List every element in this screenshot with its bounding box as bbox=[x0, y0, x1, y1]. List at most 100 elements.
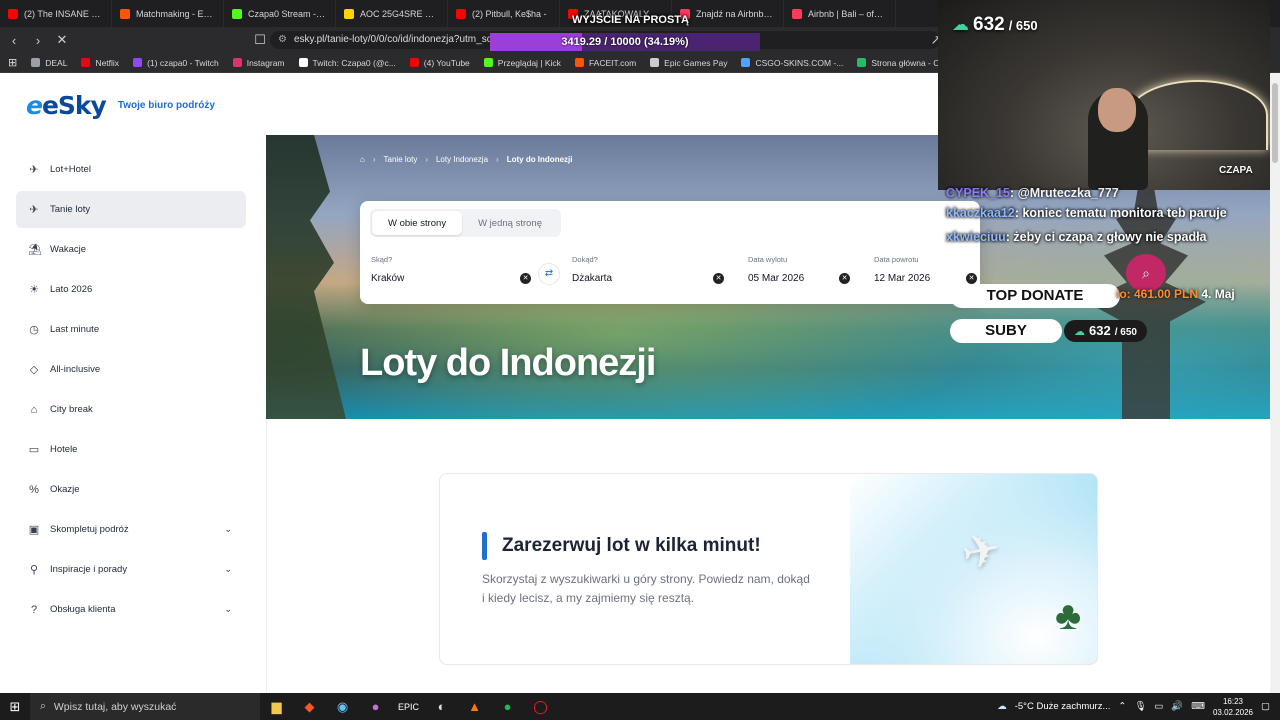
departure-date-field[interactable]: Data wylotu 05 Mar 2026 ✕ bbox=[748, 253, 858, 291]
clear-return-icon[interactable]: ✕ bbox=[966, 273, 977, 284]
keyboard-icon[interactable]: ⌨ bbox=[1191, 701, 1205, 712]
logo-wordmark: eSky bbox=[41, 91, 107, 120]
microphone-icon[interactable]: 🎙 bbox=[1134, 701, 1146, 712]
clock[interactable]: 16:23 03.02.2026 bbox=[1213, 696, 1253, 718]
sidebar-nav: ✈ Lot+Hotel ✈ Tanie loty ⛱ Wakacje ☀ Lato 2026 ◷… bbox=[16, 151, 246, 631]
sidebar-item[interactable]: ▭ Hotele bbox=[16, 431, 246, 468]
browser-tab[interactable]: Airbnb | Bali – oferty w bbox=[784, 0, 896, 27]
sidebar-item[interactable]: ◷ Last minute bbox=[16, 311, 246, 348]
bookmark-item[interactable]: Twitch: Czapa0 (@c... bbox=[298, 57, 396, 68]
app-icon[interactable]: ▲ bbox=[458, 693, 491, 720]
swap-icon[interactable]: ⇄ bbox=[538, 263, 560, 285]
sidebar-item[interactable]: % Okazje bbox=[16, 471, 246, 508]
suby-goal: / 650 bbox=[1114, 327, 1137, 338]
browser-tab[interactable]: Matchmaking - Europe bbox=[112, 0, 224, 27]
sidebar-item[interactable]: ◇ All-inclusive bbox=[16, 351, 246, 388]
round-trip-option[interactable]: W obie strony bbox=[372, 211, 463, 235]
windows-start-icon[interactable]: ⊞ bbox=[0, 693, 30, 720]
esky-logo[interactable]: eeSky Twoje biuro podróży bbox=[26, 91, 215, 120]
streamer-head bbox=[1098, 88, 1136, 132]
bookmark-label: Przeglądaj | Kick bbox=[497, 57, 561, 68]
sidebar-item[interactable]: ✈ Lot+Hotel bbox=[16, 151, 246, 188]
notifications-icon[interactable]: ▢ bbox=[1261, 701, 1270, 712]
tray-expand-icon[interactable]: ⌃ bbox=[1118, 701, 1126, 712]
clear-destination-icon[interactable]: ✕ bbox=[713, 273, 724, 284]
epic-games-icon[interactable]: EPIC bbox=[392, 693, 425, 720]
back-icon[interactable]: ‹ bbox=[4, 30, 24, 50]
palm-tree-icon: ♣ bbox=[1055, 594, 1082, 638]
brave-browser-icon[interactable]: ◆ bbox=[293, 693, 326, 720]
bookmark-item[interactable]: (1) czapa0 - Twitch bbox=[133, 58, 219, 68]
sidebar-item[interactable]: ⛱ Wakacje bbox=[16, 231, 246, 268]
sidebar-item[interactable]: ⚲ Inspiracje i porady ⌄ bbox=[16, 551, 246, 588]
bookmark-item[interactable]: (4) YouTube bbox=[409, 58, 470, 68]
weather-icon[interactable]: ☁ bbox=[997, 701, 1007, 712]
bookmark-favicon-icon bbox=[298, 58, 308, 67]
bookmark-label: Twitch: Czapa0 (@c... bbox=[312, 57, 396, 68]
home-icon[interactable]: ⌂ bbox=[360, 155, 365, 164]
origin-field[interactable]: Skąd? Kraków ✕ bbox=[371, 253, 531, 291]
steam-icon[interactable]: ◉ bbox=[326, 693, 359, 720]
breadcrumb-item[interactable]: Tanie loty bbox=[384, 155, 418, 164]
discord-icon[interactable]: ● bbox=[359, 693, 392, 720]
taskbar-search[interactable]: ⌕ Wpisz tutaj, aby wyszukać bbox=[30, 693, 260, 720]
sidebar-item[interactable]: ☀ Lato 2026 bbox=[16, 271, 246, 308]
browser-tab[interactable]: (2) The INSANE Differe bbox=[0, 0, 112, 27]
sidebar-item[interactable]: ▣ Skompletuj podróż ⌄ bbox=[16, 511, 246, 548]
trip-type-toggle: W obie strony W jedną stronę bbox=[370, 209, 561, 237]
bookmark-item[interactable]: FACEIT.com bbox=[574, 57, 637, 68]
sidebar-item-label: Tanie loty bbox=[50, 204, 91, 215]
sidebar-item-icon: ⌂ bbox=[30, 403, 38, 416]
page-scrollbar[interactable] bbox=[1270, 73, 1280, 693]
file-explorer-icon[interactable]: ▆ bbox=[260, 693, 293, 720]
bookmark-favicon-icon bbox=[31, 58, 41, 67]
bookmark-label: FACEIT.com bbox=[588, 57, 637, 68]
destination-field[interactable]: Dokąd? Dżakarta ✕ bbox=[572, 253, 732, 291]
sub-goal: / 650 bbox=[1008, 18, 1038, 33]
clear-departure-icon[interactable]: ✕ bbox=[839, 273, 850, 284]
bookmark-icon[interactable]: ☐ bbox=[250, 30, 270, 50]
bookmark-item[interactable]: Netflix bbox=[81, 58, 119, 68]
sidebar-item[interactable]: ✈ Tanie loty bbox=[16, 191, 246, 228]
breadcrumb-separator: › bbox=[425, 155, 428, 164]
weather-text[interactable]: -5°C Duże zachmurz... bbox=[1015, 701, 1111, 712]
browser-tab[interactable]: AOC 25G4SRE 24.5" 18 bbox=[336, 0, 448, 27]
apps-icon[interactable]: ⊞ bbox=[8, 56, 17, 69]
one-way-option[interactable]: W jedną stronę bbox=[462, 211, 558, 235]
tab-title: Czapa0 Stream - Watc bbox=[248, 8, 327, 19]
sidebar-item-label: Obsługa klienta bbox=[50, 604, 116, 615]
bookmark-favicon-icon bbox=[409, 58, 419, 67]
tab-favicon-icon bbox=[8, 8, 18, 19]
faceit-icon[interactable]: ◐ bbox=[425, 693, 458, 720]
bookmark-item[interactable]: Instagram bbox=[232, 58, 285, 68]
forward-icon[interactable]: › bbox=[28, 30, 48, 50]
browser-tab[interactable]: (2) Pitbull, Ke$ha - bbox=[448, 0, 560, 27]
departure-value: 05 Mar 2026 bbox=[748, 273, 805, 284]
stop-icon[interactable]: ✕ bbox=[52, 30, 72, 50]
flight-search-form: W obie strony W jedną stronę Skąd? Krakó… bbox=[360, 201, 980, 304]
chat-overlay: CYPEK_15: @Mruteczka_777 kkaczkaa12: koni… bbox=[946, 184, 1266, 252]
chevron-down-icon: ⌄ bbox=[224, 524, 232, 534]
sidebar-item-icon: ◇ bbox=[29, 364, 39, 376]
bookmark-item[interactable]: Epic Games Pay bbox=[650, 58, 727, 68]
sidebar-item[interactable]: ⌂ City break bbox=[16, 391, 246, 428]
bookmark-item[interactable]: CSGO-SKINS.COM -... bbox=[741, 58, 843, 68]
bookmark-item[interactable]: Przeglądaj | Kick bbox=[483, 57, 561, 68]
taskbar-search-placeholder: Wpisz tutaj, aby wyszukać bbox=[53, 700, 177, 713]
breadcrumb-item[interactable]: Loty Indonezja bbox=[436, 155, 488, 164]
spotify-icon[interactable]: ● bbox=[491, 693, 524, 720]
top-donate-amount: io: 461.00 PLN bbox=[1116, 287, 1199, 301]
browser-tab[interactable]: Czapa0 Stream - Watc bbox=[224, 0, 336, 27]
clear-origin-icon[interactable]: ✕ bbox=[520, 273, 531, 284]
opera-icon[interactable]: ◯ bbox=[524, 693, 557, 720]
network-icon[interactable]: ▭ bbox=[1154, 701, 1163, 712]
bookmark-favicon-icon bbox=[483, 58, 493, 67]
content-divider bbox=[266, 419, 267, 693]
temple-silhouette bbox=[266, 135, 346, 419]
site-info-icon[interactable]: ⚙ bbox=[278, 31, 287, 49]
bookmark-item[interactable]: DEAL bbox=[31, 58, 67, 68]
sidebar-item[interactable]: ? Obsługa klienta ⌄ bbox=[16, 591, 246, 628]
sidebar-item-label: Inspiracje i porady bbox=[50, 564, 128, 575]
scrollbar-thumb[interactable] bbox=[1272, 83, 1278, 163]
volume-icon[interactable]: 🔊 bbox=[1171, 701, 1183, 712]
